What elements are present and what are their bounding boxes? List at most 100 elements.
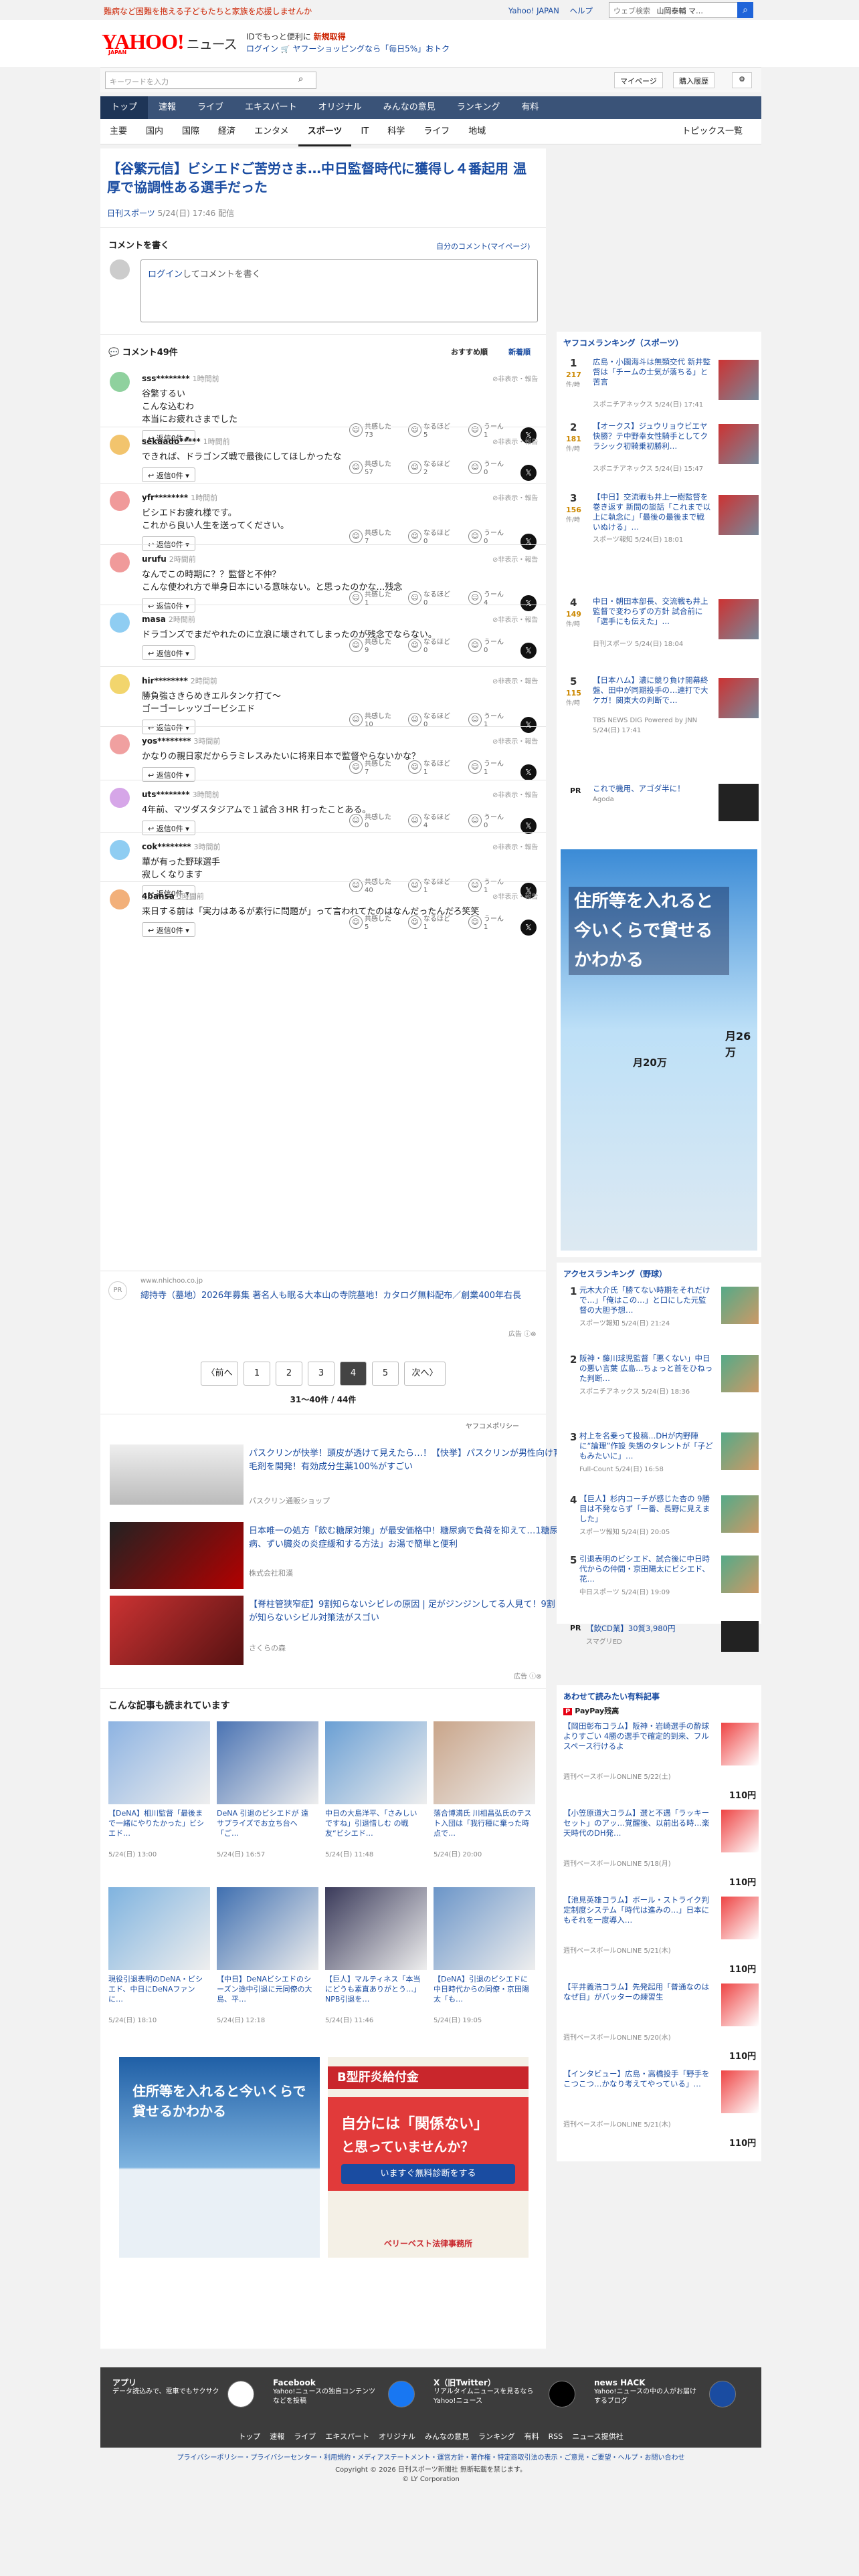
pr-title[interactable]: これで機用、アゴダ半に！	[593, 784, 712, 794]
tab-life[interactable]: ライフ	[414, 119, 459, 144]
comment-username[interactable]: uts******** 3時間前	[142, 789, 219, 800]
related-title[interactable]: 現役引退表明のDeNA・ビシエド、中日にDeNAファンに…	[108, 1974, 207, 2004]
rank-thumb[interactable]	[719, 495, 759, 535]
rank-thumb[interactable]	[719, 424, 759, 464]
x-share-icon[interactable]: 𝕏	[520, 595, 537, 611]
access-thumb[interactable]	[721, 1555, 759, 1593]
x-share-icon[interactable]: 𝕏	[520, 643, 537, 659]
footer-box-1[interactable]: Facebook Yahoo!ニュースの独自コンテンツなどを投稿	[273, 2378, 380, 2406]
pr2-thumb[interactable]	[721, 1621, 759, 1652]
login-link[interactable]: ログイン	[148, 270, 183, 280]
paid-thumb[interactable]	[721, 1897, 759, 1939]
rank-thumb[interactable]	[719, 678, 759, 718]
nav-paid[interactable]: 有料	[510, 96, 549, 119]
page-1[interactable]: 1	[244, 1362, 270, 1386]
help-link[interactable]: ヘルプ	[570, 6, 593, 15]
reply-button[interactable]: ↩ 返信0件 ▾	[142, 821, 195, 835]
paid-title[interactable]: 【小笠原道大コラム】選と不遇「ラッキーセット」のアッ…覚醒後、以前出る時…楽天時…	[563, 1808, 710, 1838]
related-title[interactable]: 落合博満氏 川相昌弘氏のテスト入団は「我行種に棄った時点で…	[434, 1808, 533, 1838]
facebook-icon[interactable]	[388, 2381, 415, 2407]
related-title[interactable]: 【巨人】マルティネス「本当にどうも素直ありがとう…」NPB引退を…	[325, 1974, 424, 2004]
footer-link[interactable]: エキスパート	[325, 2432, 369, 2441]
related-thumb[interactable]	[325, 1721, 427, 1804]
footer-link[interactable]: みんなの意見	[425, 2432, 469, 2441]
footer-box-0[interactable]: アプリ データ読込みで、電車でもサクサク	[112, 2378, 219, 2397]
reply-button[interactable]: ↩ 返信0件 ▾	[142, 598, 195, 613]
pr2-title[interactable]: 【飲CD業】30質3,980円	[586, 1624, 705, 1634]
nav-opinion[interactable]: みんなの意見	[373, 96, 446, 119]
page-5[interactable]: 5	[372, 1362, 399, 1386]
comment-username[interactable]: 4bansa 3時間前	[142, 891, 204, 901]
comment-username[interactable]: sekaado***** 1時間前	[142, 436, 230, 447]
reaction-insight-button[interactable]: ☺なるほど5	[408, 423, 450, 439]
tab-main[interactable]: 主要	[100, 119, 136, 144]
rank-title[interactable]: 中日・朝田本部長、交流戦も井上監督で変わらずの方針 試合前に「選手にも伝えた」…	[593, 597, 712, 627]
paid-title[interactable]: 【平井義浩コラム】先発起用「普通なのはなぜ目」がバッターの練習生	[563, 1982, 710, 2002]
footer-link[interactable]: ライブ	[294, 2432, 316, 2441]
access-thumb[interactable]	[721, 1432, 759, 1470]
footer-link[interactable]: RSS	[549, 2432, 563, 2441]
reply-button[interactable]: ↩ 返信0件 ▾	[142, 922, 195, 937]
reaction-insight-button[interactable]: ☺ なるほど 1	[408, 916, 450, 932]
comment-username[interactable]: yos******** 3時間前	[142, 736, 220, 746]
nav-flash[interactable]: 速報	[148, 96, 187, 119]
legal-links[interactable]: プライバシーポリシー・プライバシーセンター・利用規約・メディアステートメント・運…	[100, 2452, 761, 2462]
nav-ranking[interactable]: ランキング	[446, 96, 511, 119]
x-share-icon[interactable]: 𝕏	[520, 465, 537, 481]
reaction-empathy-button[interactable]: ☺ 共感した 7	[349, 760, 391, 776]
web-search-input[interactable]: ウェブ検索 山岡泰輔 マ…	[609, 2, 753, 18]
tab-domestic[interactable]: 国内	[136, 119, 173, 144]
related-title[interactable]: 【DeNA】相川監督「最後まで一緒にやりたかった」ビシエド…	[108, 1808, 207, 1838]
ad-image-pascrin[interactable]	[110, 1444, 244, 1505]
search-icon[interactable]: ⌕	[298, 74, 303, 84]
free-diagnosis-button[interactable]: いますぐ無料診断をする	[341, 2164, 515, 2184]
reaction-empathy-button[interactable]: ☺ 共感した 9	[349, 639, 391, 655]
nav-expert[interactable]: エキスパート	[234, 96, 308, 119]
reaction-hmm-button[interactable]: ☺うーん1	[468, 916, 504, 932]
reaction-empathy-button[interactable]: ☺ 共感した 57	[349, 461, 391, 477]
footer-box-2[interactable]: X（旧Twitter） リアルタイムニュースを見るならYahoo!ニュース	[434, 2378, 541, 2406]
ad-image-spine[interactable]	[110, 1596, 244, 1665]
access-thumb[interactable]	[721, 1287, 759, 1324]
x-share-icon[interactable]: 𝕏	[520, 534, 537, 550]
tab-world[interactable]: 国際	[173, 119, 209, 144]
hepatitis-ad[interactable]: B型肝炎給付金 自分には「関係ない」 と思っていませんか？ いますぐ無料診断をす…	[328, 2057, 529, 2258]
footer-link[interactable]: トップ	[238, 2432, 260, 2441]
tab-local[interactable]: 地域	[459, 119, 495, 144]
login-link[interactable]: ログイン	[246, 44, 278, 53]
page-2[interactable]: 2	[276, 1362, 302, 1386]
newshack-icon[interactable]	[709, 2381, 736, 2407]
rank-title[interactable]: 【オークス】ジュウリョウビエヤ快勝？テ中野幸女性騎手としてクラシック初騎乗初勝利…	[593, 421, 712, 451]
x-share-icon[interactable]: 𝕏	[520, 920, 537, 936]
hide-report-link[interactable]: ⊘非表示・報告	[492, 891, 538, 901]
reaction-insight-button[interactable]: ☺ なるほど 0	[408, 530, 450, 546]
nav-live[interactable]: ライブ	[187, 96, 234, 119]
tab-science[interactable]: 科学	[378, 119, 414, 144]
paid-title[interactable]: 【岡田彰布コラム】阪神・岩崎選手の酔球よりすごい 4勝の選手で確定的到来、フルス…	[563, 1721, 710, 1751]
article-title[interactable]: 【谷繁元信】ビシエドご苦労さま…中日監督時代に獲得し４番起用 温厚で協調性ある選…	[107, 159, 535, 197]
sort-newest[interactable]: 新着順	[508, 346, 531, 357]
rank-thumb[interactable]	[719, 360, 759, 400]
paid-thumb[interactable]	[721, 1723, 759, 1765]
prev-page-button[interactable]: 〈前へ	[201, 1362, 238, 1386]
access-thumb[interactable]	[721, 1495, 759, 1533]
reaction-empathy-button[interactable]: ☺ 共感した 5	[349, 916, 391, 932]
ad-text-3[interactable]: 【脊柱管狭窄症】9割知らないシビレの原因 | 足がジンジンしてる人見て！9割が知…	[249, 1598, 563, 1625]
promo-link[interactable]: 難病など困難を抱える子どもたちと家族を応援しませんか	[104, 5, 312, 17]
footer-link[interactable]: 速報	[270, 2432, 284, 2441]
tab-it[interactable]: IT	[351, 119, 378, 144]
realestate-ad[interactable]: 住所等を入れると今いくらで貸せるかわかる	[119, 2057, 320, 2258]
tab-sports[interactable]: スポーツ	[298, 119, 352, 146]
access-title[interactable]: 元木大介氏「勝てない時期をそれだけで…」「俺はこの…」と口にした元監督の大胆予想…	[579, 1285, 713, 1315]
hide-report-link[interactable]: ⊘非表示・報告	[492, 614, 538, 624]
yahoo-japan-link[interactable]: Yahoo! JAPAN	[508, 6, 559, 15]
comment-username[interactable]: urufu 2時間前	[142, 554, 196, 564]
next-page-button[interactable]: 次へ〉	[404, 1362, 446, 1386]
reply-button[interactable]: ↩ 返信0件 ▾	[142, 645, 195, 660]
related-thumb[interactable]	[108, 1721, 210, 1804]
footer-box-3[interactable]: news HACK Yahoo!ニュースの中の人がお届けするブログ	[594, 2378, 701, 2406]
footer-link[interactable]: オリジナル	[379, 2432, 415, 2441]
pr-thumb[interactable]	[719, 784, 759, 821]
footer-link[interactable]: ニュース提供社	[572, 2432, 623, 2441]
reaction-insight-button[interactable]: ☺ なるほど 1	[408, 760, 450, 776]
